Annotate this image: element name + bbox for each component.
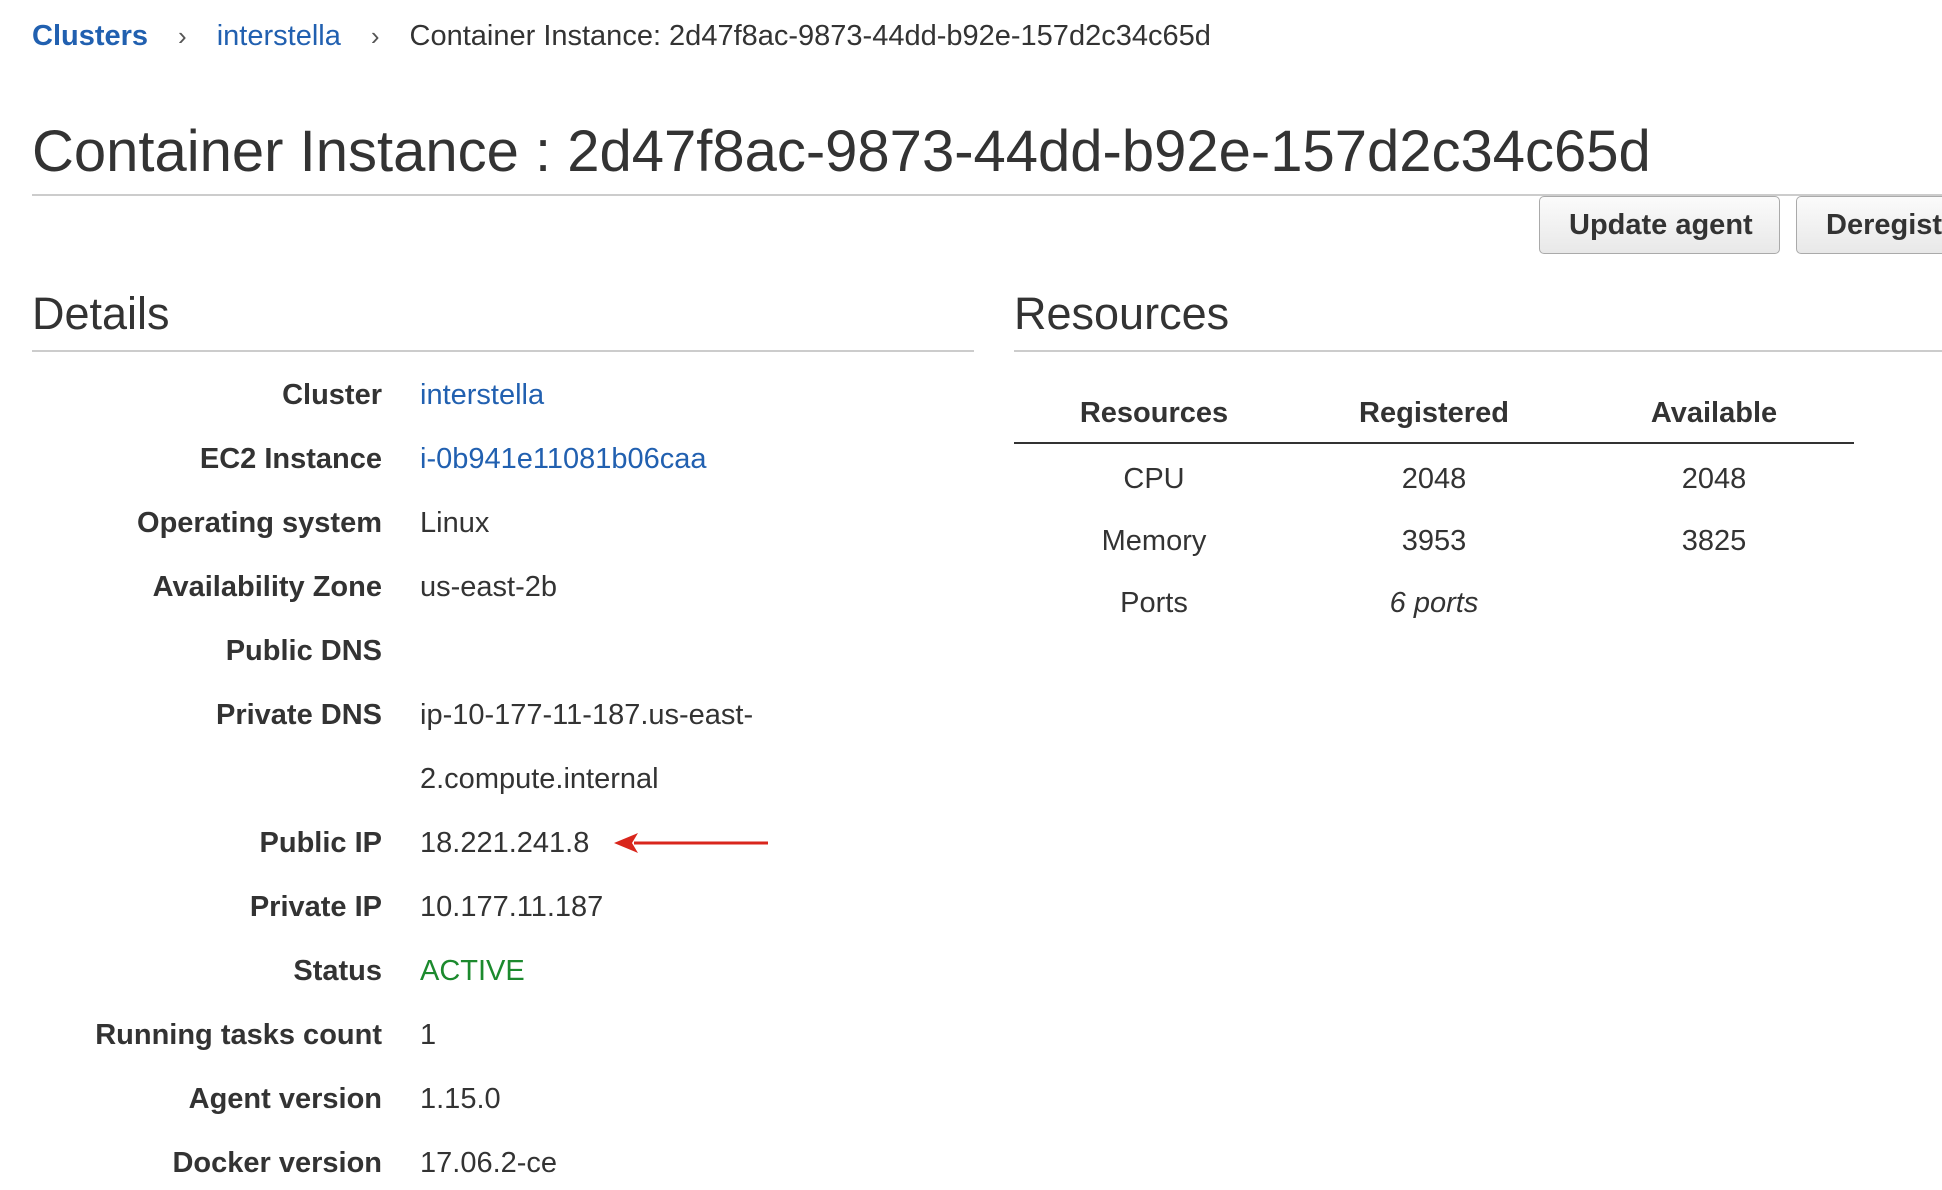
ports-link[interactable]: 6 ports bbox=[1294, 572, 1574, 634]
table-row: Memory 3953 3825 bbox=[1014, 510, 1854, 572]
detail-row-running-tasks: Running tasks count 1 bbox=[32, 1003, 792, 1067]
chevron-right-icon: › bbox=[178, 20, 187, 51]
red-arrow-left-icon bbox=[614, 833, 768, 853]
table-cell: 2048 bbox=[1401, 462, 1467, 495]
breadcrumb-cluster-link[interactable]: interstella bbox=[217, 20, 341, 53]
column-header-resources: Resources bbox=[1014, 384, 1294, 444]
column-header-available: Available bbox=[1574, 384, 1854, 444]
detail-label: Agent version bbox=[188, 1083, 382, 1115]
detail-row-cluster: Cluster interstella bbox=[32, 363, 792, 427]
deregister-button[interactable]: Deregiste bbox=[1796, 196, 1942, 254]
details-section-title: Details bbox=[32, 288, 170, 339]
table-cell: 3825 bbox=[1681, 524, 1747, 557]
detail-label: Cluster bbox=[282, 379, 382, 411]
detail-label: Docker version bbox=[172, 1147, 382, 1179]
update-agent-button[interactable]: Update agent bbox=[1539, 196, 1780, 254]
resources-section-title: Resources bbox=[1014, 288, 1230, 339]
private-dns-line: ip-10-177-11-187.us-east- bbox=[420, 699, 754, 731]
column-header-registered: Registered bbox=[1294, 384, 1574, 444]
detail-label: Operating system bbox=[137, 507, 382, 539]
detail-row-agent-version: Agent version 1.15.0 bbox=[32, 1067, 792, 1131]
chevron-right-icon: › bbox=[370, 20, 380, 51]
availability-zone-value: us-east-2b bbox=[420, 571, 558, 603]
breadcrumb-clusters-link[interactable]: Clusters bbox=[32, 20, 148, 53]
status-badge: ACTIVE bbox=[420, 955, 525, 987]
private-dns-value: ip-10-177-11-187.us-east- 2.compute.inte… bbox=[420, 683, 780, 811]
detail-label: Public IP bbox=[259, 827, 382, 859]
table-cell: 2048 bbox=[1681, 462, 1747, 495]
detail-label: Private DNS bbox=[215, 699, 382, 731]
breadcrumb: Clusters › interstella › Container Insta… bbox=[32, 16, 1211, 56]
table-header-row: Resources Registered Available bbox=[1014, 384, 1854, 444]
detail-row-availability-zone: Availability Zone us-east-2b bbox=[32, 555, 792, 619]
details-divider bbox=[32, 350, 974, 352]
detail-row-operating-system: Operating system Linux bbox=[32, 491, 792, 555]
detail-label: Public DNS bbox=[225, 635, 382, 667]
table-cell: 3953 bbox=[1401, 524, 1467, 557]
cluster-link[interactable]: interstella bbox=[420, 363, 780, 427]
detail-row-ec2-instance: EC2 Instance i-0b941e11081b06caa bbox=[32, 427, 792, 491]
detail-label: Availability Zone bbox=[152, 571, 382, 603]
running-tasks-value: 1 bbox=[420, 1019, 437, 1051]
table-cell: Ports bbox=[1120, 586, 1188, 619]
detail-label: Running tasks count bbox=[95, 1019, 382, 1051]
detail-label: Private IP bbox=[249, 891, 382, 923]
ec2-instance-link[interactable]: i-0b941e11081b06caa bbox=[420, 427, 780, 491]
docker-version-value: 17.06.2-ce bbox=[420, 1147, 558, 1179]
table-row: Ports 6 ports bbox=[1014, 572, 1854, 634]
detail-row-docker-version: Docker version 17.06.2-ce bbox=[32, 1131, 792, 1190]
private-ip-value: 10.177.11.187 bbox=[420, 891, 604, 923]
detail-label: EC2 Instance bbox=[199, 443, 382, 475]
detail-row-public-dns: Public DNS bbox=[32, 619, 792, 683]
table-row: CPU 2048 2048 bbox=[1014, 443, 1854, 510]
detail-row-private-ip: Private IP 10.177.11.187 bbox=[32, 875, 792, 939]
page-title: Container Instance : 2d47f8ac-9873-44dd-… bbox=[32, 119, 1651, 184]
private-dns-line: 2.compute.internal bbox=[420, 763, 659, 795]
detail-label: Status bbox=[293, 955, 382, 987]
details-list: Cluster interstella EC2 Instance i-0b941… bbox=[32, 363, 792, 1190]
detail-row-status: Status ACTIVE bbox=[32, 939, 792, 1003]
resources-divider bbox=[1014, 350, 1942, 352]
resources-table: Resources Registered Available CPU 2048 … bbox=[1014, 384, 1854, 634]
detail-row-private-dns: Private DNS ip-10-177-11-187.us-east- 2.… bbox=[32, 683, 792, 811]
agent-version-value: 1.15.0 bbox=[420, 1083, 501, 1115]
table-cell: CPU bbox=[1123, 462, 1185, 495]
table-cell bbox=[1574, 572, 1854, 634]
operating-system-value: Linux bbox=[420, 507, 490, 539]
breadcrumb-current: Container Instance: 2d47f8ac-9873-44dd-b… bbox=[409, 19, 1211, 52]
table-cell: Memory bbox=[1101, 524, 1207, 557]
